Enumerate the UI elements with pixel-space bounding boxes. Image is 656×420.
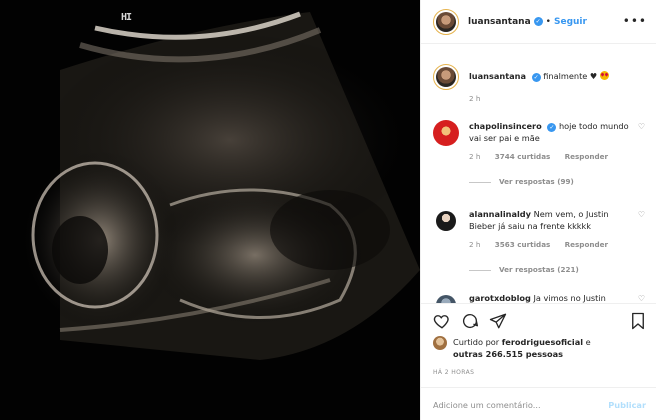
comment-like-heart-icon[interactable]: ♡ xyxy=(638,122,645,131)
liked-prefix: Curtido por xyxy=(453,337,500,347)
verified-icon: ✓ xyxy=(547,123,557,132)
comment-username[interactable]: alannalinaldy xyxy=(469,209,531,219)
view-replies-link[interactable]: Ver respostas (221) xyxy=(469,265,579,274)
comment-input[interactable] xyxy=(433,399,603,410)
caption-username[interactable]: luansantana xyxy=(469,71,526,81)
liked-by: Curtido por ferodriguesoficial e outras … xyxy=(433,336,633,360)
comment-username[interactable]: garotxdoblog xyxy=(469,293,531,303)
reply-button[interactable]: Responder xyxy=(565,240,608,249)
post-side-panel: luansantana ✓ • Seguir ••• luansantana ✓… xyxy=(420,0,656,420)
comment-likes[interactable]: 3563 curtidas xyxy=(495,240,551,249)
liked-user[interactable]: ferodriguesoficial xyxy=(502,337,583,347)
share-icon[interactable] xyxy=(489,312,507,330)
replies-divider xyxy=(469,269,491,271)
comment-time: 2 h xyxy=(469,240,481,249)
avatar[interactable] xyxy=(433,208,459,234)
verified-icon: ✓ xyxy=(531,73,541,82)
comment-time: 2 h xyxy=(469,152,481,161)
post-timestamp[interactable]: Há 2 horas xyxy=(433,369,474,376)
comment-like-heart-icon[interactable]: ♡ xyxy=(638,210,645,219)
verified-icon: ✓ xyxy=(533,17,543,26)
post-photo[interactable]: HI xyxy=(0,0,420,420)
profile-picture xyxy=(436,211,456,231)
reply-button[interactable]: Responder xyxy=(565,152,608,161)
comment-body: garotxdoblog Ja vimos no Justin xyxy=(469,292,629,303)
profile-picture xyxy=(433,336,447,350)
comment-username[interactable]: chapolinsincero xyxy=(469,121,542,131)
liked-by-text: Curtido por ferodriguesoficial e outras … xyxy=(453,336,633,360)
comment-meta: 2 h 3744 curtidas Responder xyxy=(469,152,620,161)
avatar[interactable] xyxy=(433,64,459,90)
comment-icon[interactable] xyxy=(461,312,479,330)
comment-like-heart-icon[interactable]: ♡ xyxy=(638,294,645,303)
post-actions: Curtido por ferodriguesoficial e outras … xyxy=(421,303,656,420)
follow-button[interactable]: Seguir xyxy=(554,17,587,27)
more-icon[interactable]: ••• xyxy=(623,15,647,27)
post-header: luansantana ✓ • Seguir ••• xyxy=(421,0,656,44)
post-author-username[interactable]: luansantana xyxy=(468,17,531,27)
avatar[interactable] xyxy=(433,120,459,146)
profile-picture xyxy=(436,123,456,143)
comments-list[interactable]: luansantana ✓ finalmente ♥ 2 h chapolins… xyxy=(421,56,656,303)
profile-picture xyxy=(436,295,456,303)
comment-meta: 2 h 3563 curtidas Responder xyxy=(469,240,620,249)
heart-eyes-emoji-icon xyxy=(599,71,609,80)
bookmark-icon[interactable] xyxy=(629,312,647,330)
add-comment-bar: Publicar xyxy=(421,387,656,420)
liked-others[interactable]: outras 266.515 pessoas xyxy=(453,349,563,359)
replies-divider xyxy=(469,181,491,183)
avatar[interactable] xyxy=(433,292,459,303)
view-replies-label: Ver respostas (221) xyxy=(499,265,579,274)
caption-text: finalmente ♥ xyxy=(543,71,598,81)
publish-button[interactable]: Publicar xyxy=(608,400,646,410)
profile-picture xyxy=(436,67,456,87)
ultrasound-image xyxy=(20,11,420,360)
comment-likes[interactable]: 3744 curtidas xyxy=(495,152,551,161)
scan-corner-mark: HI xyxy=(121,12,132,23)
comment-body: chapolinsincero ✓ hoje todo mundo vai se… xyxy=(469,120,629,144)
profile-picture xyxy=(436,11,456,32)
separator-dot: • xyxy=(545,16,551,27)
view-replies-label: Ver respostas (99) xyxy=(499,177,574,186)
caption-meta: 2 h xyxy=(469,94,492,103)
heart-icon[interactable] xyxy=(433,312,451,330)
view-replies-link[interactable]: Ver respostas (99) xyxy=(469,177,574,186)
avatar[interactable] xyxy=(433,336,447,350)
caption-time: 2 h xyxy=(469,94,481,103)
comment-body: alannalinaldy Nem vem, o Justin Bieber j… xyxy=(469,208,629,232)
liked-and: e xyxy=(585,337,591,347)
avatar[interactable] xyxy=(433,8,459,35)
caption-body: luansantana ✓ finalmente ♥ xyxy=(469,70,629,82)
comment-text: Ja vimos no Justin xyxy=(533,293,606,303)
